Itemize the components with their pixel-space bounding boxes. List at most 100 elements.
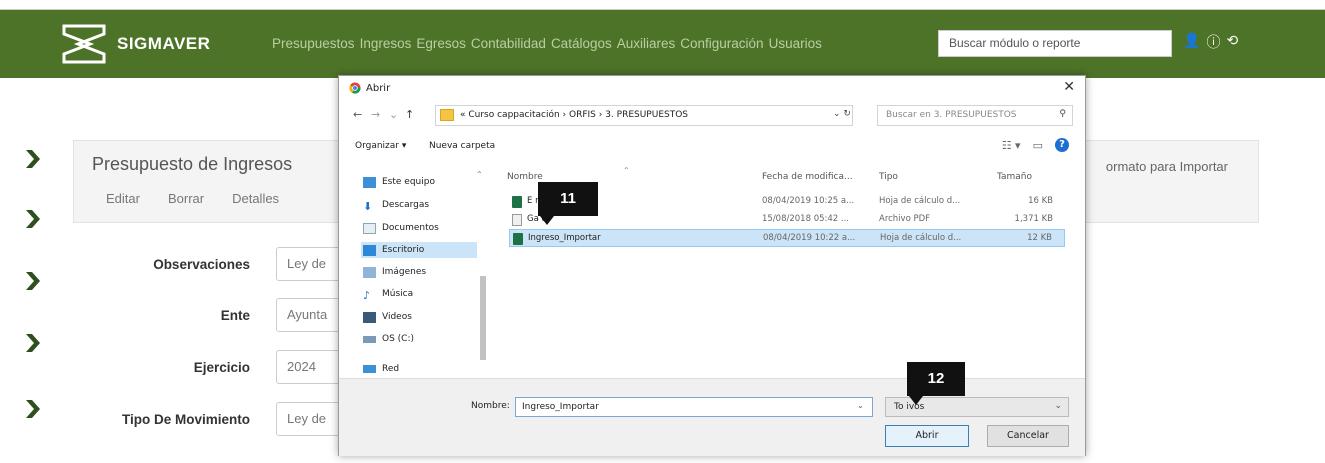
excel-icon: [513, 233, 523, 245]
cancel-button[interactable]: Cancelar: [987, 425, 1069, 447]
dialog-toolbar: Organizar ▾ Nueva carpeta ☷ ▾ ▭ ?: [347, 136, 1077, 158]
ente-field[interactable]: Ayunta: [276, 298, 346, 332]
user-icon[interactable]: 👤: [1183, 32, 1200, 52]
network-icon: [363, 365, 376, 373]
toolbar-right: ☷ ▾ ▭ ?: [1002, 138, 1069, 152]
nav-os-c[interactable]: OS (C:): [361, 331, 477, 347]
file-row-selected[interactable]: Ingreso_Importar 08/04/2019 10:22 a... H…: [509, 229, 1065, 247]
file-name: Ingreso_Importar: [528, 233, 601, 243]
observaciones-field[interactable]: Ley de: [276, 247, 346, 281]
nav-item-label: Descargas: [382, 200, 430, 210]
sigmaver-logo[interactable]: [62, 24, 106, 64]
tipo-movimiento-label: Tipo De Movimiento: [121, 412, 250, 427]
nav-descargas[interactable]: ⬇ Descargas: [361, 197, 477, 213]
nav-documentos[interactable]: Documentos: [361, 220, 477, 236]
page-title: Presupuesto de Ingresos: [92, 154, 293, 174]
nav-presupuestos[interactable]: Presupuestos: [272, 36, 355, 51]
refresh-icon[interactable]: ⌄ ↻: [833, 105, 869, 126]
back-icon[interactable]: ←: [353, 108, 362, 121]
help-icon[interactable]: ?: [1055, 138, 1069, 152]
chevron-right-icon[interactable]: [26, 334, 40, 352]
dialog-title-bar: Abrir: [349, 82, 390, 94]
nav-icons: 👤 ⓘ ⟲: [1183, 32, 1238, 52]
col-tipo[interactable]: Tipo: [879, 172, 898, 182]
nav-item-label: Este equipo: [382, 177, 435, 187]
nav-musica[interactable]: ♪ Música: [361, 286, 477, 302]
nav-item-label: Videos: [382, 312, 412, 322]
address-bar[interactable]: « Curso cappacitación › ORFIS › 3. PRESU…: [435, 105, 853, 126]
filename-input[interactable]: Ingreso_Importar: [515, 397, 873, 417]
up-icon[interactable]: ↑: [405, 108, 414, 121]
close-icon[interactable]: ✕: [1063, 79, 1075, 95]
view-options-icon[interactable]: ☷ ▾: [1002, 139, 1021, 152]
info-icon[interactable]: ⓘ: [1206, 32, 1220, 52]
ente-label: Ente: [220, 308, 250, 323]
delete-link[interactable]: Borrar: [168, 191, 204, 206]
file-size: 1,371 KB: [1014, 214, 1053, 224]
step-marker-12: 12: [907, 362, 965, 396]
chevron-right-icon[interactable]: [26, 150, 40, 168]
navigation-pane: Este equipo ⬇ Descargas Documentos Escrit…: [353, 166, 493, 376]
nav-escritorio[interactable]: Escritorio: [361, 242, 477, 258]
brand-name[interactable]: SIGMAVER: [117, 34, 210, 54]
nav-videos[interactable]: Videos: [361, 309, 477, 325]
preview-pane-icon[interactable]: ▭: [1033, 139, 1043, 152]
music-icon: ♪: [363, 288, 371, 302]
logout-icon[interactable]: ⟲: [1226, 32, 1238, 52]
import-format-link[interactable]: ormato para Importar: [1106, 159, 1228, 174]
marker-pointer: [540, 216, 554, 225]
file-date: 08/04/2019 10:22 a...: [763, 233, 856, 243]
file-size: 12 KB: [1027, 233, 1052, 243]
ejercicio-field[interactable]: 2024: [276, 350, 346, 384]
navbar: SIGMAVER Presupuestos Ingresos Egresos C…: [0, 10, 1325, 78]
nav-auxiliares[interactable]: Auxiliares: [617, 36, 676, 51]
col-fecha[interactable]: Fecha de modifica...: [762, 172, 853, 182]
file-type: Archivo PDF: [879, 214, 931, 224]
panel-actions: Editar Borrar Detalles: [106, 191, 279, 206]
tipo-movimiento-field[interactable]: Ley de: [276, 402, 346, 436]
videos-icon: [363, 311, 376, 323]
scroll-thumb[interactable]: [480, 276, 486, 360]
nav-ingresos[interactable]: Ingresos: [360, 36, 412, 51]
nav-item-label: Red: [382, 364, 400, 374]
folder-search-input[interactable]: Buscar en 3. PRESUPUESTOS ⚲: [877, 105, 1073, 126]
chevron-right-icon[interactable]: [26, 210, 40, 228]
open-button[interactable]: Abrir: [885, 425, 969, 447]
organize-button[interactable]: Organizar ▾: [355, 141, 406, 151]
module-search-input[interactable]: Buscar módulo o reporte: [938, 30, 1172, 57]
observaciones-label: Observaciones: [153, 257, 250, 272]
chevron-right-icon[interactable]: [26, 272, 40, 290]
nav-item-label: Imágenes: [382, 267, 427, 277]
desktop-icon: [363, 244, 376, 256]
details-link[interactable]: Detalles: [232, 191, 279, 206]
top-strip: [0, 0, 1325, 10]
scroll-up-icon[interactable]: ⌃: [476, 170, 483, 179]
nav-usuarios[interactable]: Usuarios: [769, 36, 822, 51]
recent-dropdown-icon[interactable]: ⌄: [389, 108, 398, 121]
nav-item-label: Documentos: [382, 223, 439, 233]
file-date: 08/04/2019 10:25 a...: [762, 196, 855, 206]
nav-contabilidad[interactable]: Contabilidad: [471, 36, 546, 51]
col-nombre[interactable]: Nombre: [507, 172, 543, 182]
folder-search-placeholder: Buscar en 3. PRESUPUESTOS: [886, 110, 1017, 120]
edit-link[interactable]: Editar: [106, 191, 140, 206]
pdf-icon: [512, 214, 522, 226]
open-file-dialog: Abrir ✕ ← → ⌄ ↑ « Curso cappacitación › …: [338, 75, 1086, 456]
nav-catalogos[interactable]: Catálogos: [551, 36, 612, 51]
nav-este-equipo[interactable]: Este equipo: [361, 174, 477, 190]
nav-item-label: OS (C:): [382, 334, 414, 344]
col-tamano[interactable]: Tamaño: [997, 172, 1032, 182]
file-type: Hoja de cálculo d...: [880, 233, 962, 243]
documents-icon: [363, 222, 376, 234]
nav-egresos[interactable]: Egresos: [416, 36, 466, 51]
filename-dropdown-icon[interactable]: ⌄: [857, 401, 864, 410]
dialog-footer: Nombre: Ingreso_Importar ⌄ To ivos ⌄ Abr…: [339, 378, 1085, 456]
pictures-icon: [363, 266, 376, 278]
forward-icon[interactable]: →: [371, 108, 380, 121]
step-marker-11: 11: [538, 182, 598, 216]
nav-configuracion[interactable]: Configuración: [680, 36, 763, 51]
file-size: 16 KB: [1028, 196, 1053, 206]
new-folder-button[interactable]: Nueva carpeta: [429, 141, 495, 151]
nav-red[interactable]: Red: [361, 361, 477, 377]
nav-imagenes[interactable]: Imágenes: [361, 264, 477, 280]
